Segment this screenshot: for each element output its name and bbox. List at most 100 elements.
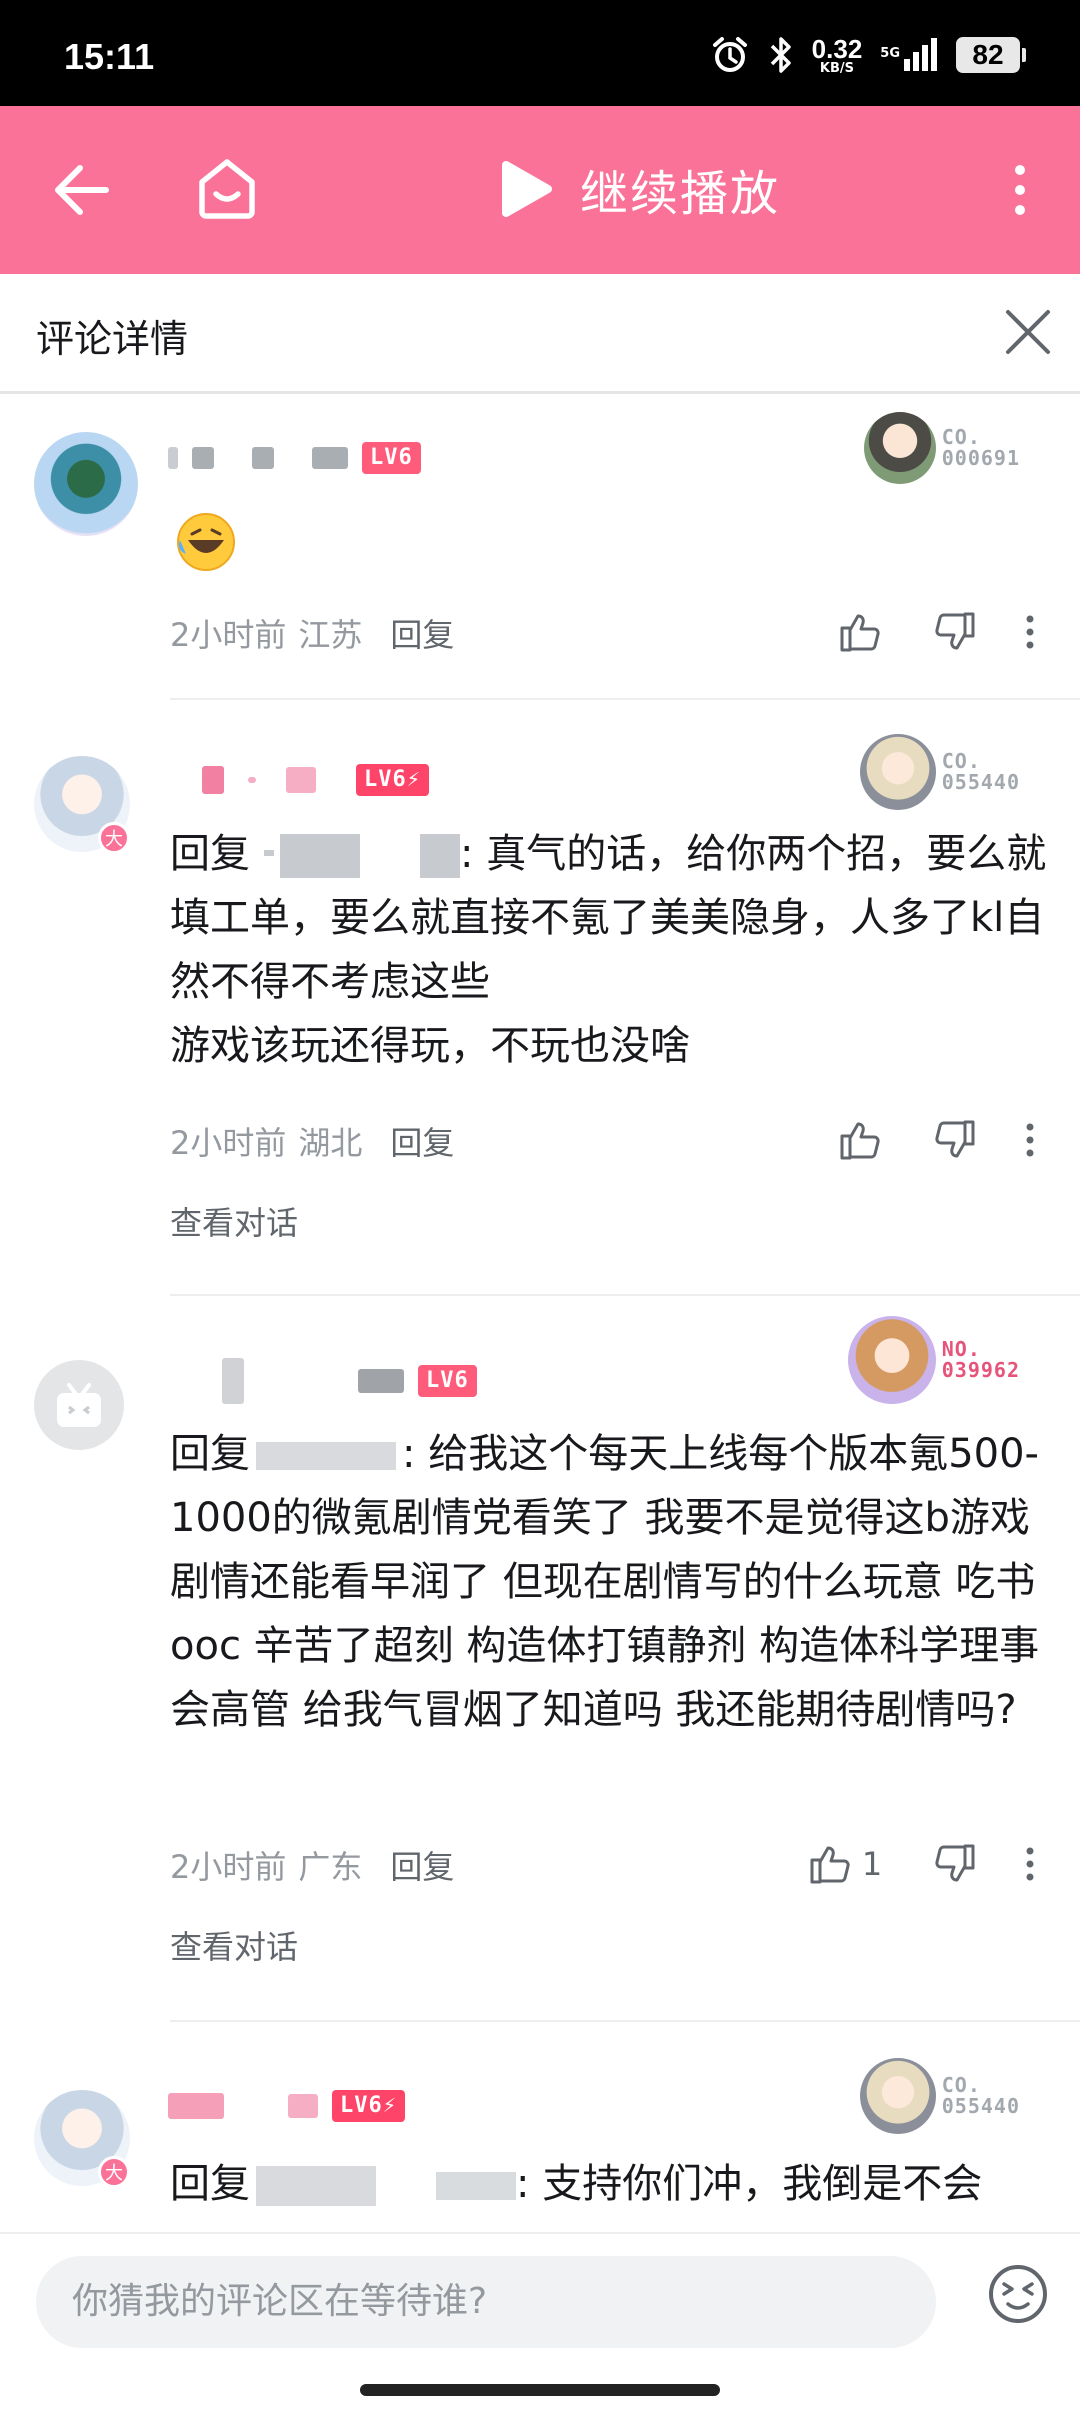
- bluetooth-icon: [770, 37, 791, 73]
- close-icon[interactable]: [998, 302, 1058, 362]
- continue-play-button[interactable]: 继续播放: [500, 154, 780, 224]
- comment-content: 回复 : 支持你们冲，我倒是不会: [170, 2152, 1050, 2216]
- thumbs-down-icon: [935, 1120, 975, 1158]
- vip-badge: 大: [98, 2156, 130, 2188]
- home-indicator[interactable]: [360, 2384, 720, 2396]
- comment-item: 大 LV6⚡ CO. 055440 回复 : 支持你们冲，我倒是不会: [0, 2022, 1080, 2232]
- thumbs-up-icon: [810, 1846, 850, 1884]
- more-vertical-icon: [1026, 1847, 1034, 1881]
- status-bar: 15:11 0.32 KB/S 5G 82: [0, 0, 1080, 106]
- reply-prefix: 回复: [170, 831, 250, 877]
- thumbs-up-icon: [840, 614, 880, 652]
- thumbs-up-icon: [840, 1122, 880, 1160]
- fan-badge-image: [847, 1316, 936, 1404]
- comment-time: 2小时前: [170, 1124, 287, 1162]
- username[interactable]: LV6⚡: [168, 2090, 405, 2122]
- net-speed-unit: KB/S: [819, 60, 855, 76]
- play-icon: [502, 161, 552, 217]
- more-vertical-icon: [1026, 1123, 1034, 1157]
- battery-indicator: 82: [956, 37, 1026, 73]
- emoji-icon[interactable]: [986, 2262, 1050, 2326]
- reply-prefix: 回复: [170, 1431, 250, 1477]
- comment-time: 2小时前: [170, 616, 287, 654]
- status-icons: 0.32 KB/S 5G 82: [710, 30, 1026, 80]
- fan-badge: CO. 055440: [859, 734, 1020, 810]
- dislike-button[interactable]: [910, 602, 1000, 662]
- net-speed: 0.32 KB/S: [812, 36, 863, 75]
- header-bar: 继续播放: [0, 106, 1080, 274]
- comment-actions: 1: [780, 1834, 1060, 1894]
- fan-badge: CO. 055440: [859, 2058, 1020, 2134]
- continue-play-label: 继续播放: [580, 166, 781, 222]
- level-badge: LV6⚡: [356, 764, 429, 796]
- reply-button[interactable]: 回复: [390, 610, 454, 656]
- dislike-button[interactable]: [910, 1834, 1000, 1894]
- comment-meta: 2小时前 广东 回复: [170, 1842, 454, 1888]
- thumbs-down-icon: [935, 1844, 975, 1882]
- fan-number: CO. 055440: [941, 749, 1020, 794]
- fan-number: CO. 000691: [941, 425, 1020, 470]
- fan-number: NO. 039962: [941, 1337, 1020, 1382]
- more-vertical-icon[interactable]: [1008, 162, 1032, 218]
- fan-badge: CO. 000691: [863, 412, 1020, 484]
- reply-prefix: 回复: [170, 2161, 250, 2207]
- panel-title: 评论详情: [36, 317, 189, 361]
- comment-text: : 支持你们冲，我倒是不会: [516, 2161, 983, 2207]
- comment-text-line2: 游戏该玩还得玩，不玩也没啥: [170, 1023, 690, 1069]
- comment-meta: 2小时前 湖北 回复: [170, 1118, 454, 1164]
- comment-actions: [810, 602, 1060, 662]
- more-vertical-icon: [1026, 615, 1034, 649]
- view-conversation-link[interactable]: 查看对话: [170, 1198, 298, 1244]
- avatar[interactable]: [34, 432, 138, 536]
- more-options-button[interactable]: [1000, 1834, 1060, 1894]
- level-badge: LV6: [362, 442, 421, 474]
- comment-item: LV6 CO. 000691 2小时前 江苏 回复: [0, 394, 1080, 700]
- comment-composer: 你猜我的评论区在等待谁?: [0, 2232, 1080, 2412]
- username[interactable]: LV6⚡: [168, 764, 429, 796]
- reply-button[interactable]: 回复: [390, 1842, 454, 1888]
- dislike-button[interactable]: [910, 1110, 1000, 1170]
- comment-meta: 2小时前 江苏 回复: [170, 610, 454, 656]
- comment-location: 广东: [298, 1848, 363, 1886]
- fan-badge-image: [863, 412, 936, 484]
- back-arrow-icon[interactable]: [52, 162, 112, 218]
- laughing-emoji: [177, 513, 235, 571]
- username[interactable]: LV6: [168, 442, 421, 474]
- status-time: 15:11: [64, 36, 155, 77]
- like-count: 1: [861, 1845, 883, 1883]
- fan-badge: NO. 039962: [847, 1316, 1020, 1404]
- comment-item: LV6 NO. 039962 回复: 给我这个每天上线每个版本氪500-1000…: [0, 1296, 1080, 2022]
- comment-text: : 给我这个每天上线每个版本氪500-1000的微氪剧情党看笑了 我要不是觉得这…: [170, 1431, 1040, 1733]
- home-icon[interactable]: [196, 156, 258, 220]
- comment-detail-title-bar: 评论详情: [0, 274, 1080, 394]
- thumbs-down-icon: [935, 612, 975, 650]
- comment-item: 大 LV6⚡ CO. 055440 回复: 真气的话，给你两个招，要么就填工单，…: [0, 700, 1080, 1296]
- default-avatar-icon: [57, 1383, 101, 1427]
- fan-badge-image: [859, 734, 936, 810]
- comment-content: 回复: 给我这个每天上线每个版本氪500-1000的微氪剧情党看笑了 我要不是觉…: [170, 1422, 1050, 1742]
- comment-content: 回复: 真气的话，给你两个招，要么就填工单，要么就直接不氪了美美隐身，人多了kl…: [170, 822, 1050, 1078]
- avatar[interactable]: [34, 1360, 124, 1450]
- level-badge: LV6⚡: [332, 2090, 405, 2122]
- net-speed-value: 0.32: [811, 33, 863, 64]
- comment-input[interactable]: 你猜我的评论区在等待谁?: [36, 2256, 936, 2348]
- reply-button[interactable]: 回复: [390, 1118, 454, 1164]
- more-options-button[interactable]: [1000, 1110, 1060, 1170]
- like-button[interactable]: [810, 1110, 910, 1170]
- fan-badge-image: [859, 2058, 936, 2134]
- comment-location: 江苏: [298, 616, 363, 654]
- comment-actions: [810, 1110, 1060, 1170]
- like-button[interactable]: [810, 602, 910, 662]
- net-type: 5G: [880, 46, 900, 61]
- comment-time: 2小时前: [170, 1848, 287, 1886]
- like-button[interactable]: 1: [780, 1834, 910, 1894]
- more-options-button[interactable]: [1000, 602, 1060, 662]
- alarm-icon: [712, 37, 747, 72]
- comment-location: 湖北: [298, 1124, 363, 1162]
- signal-icon: [904, 38, 937, 71]
- fan-number: CO. 055440: [941, 2073, 1020, 2118]
- view-conversation-link[interactable]: 查看对话: [170, 1922, 298, 1968]
- vip-badge: 大: [98, 822, 130, 854]
- level-badge: LV6: [418, 1365, 477, 1397]
- username[interactable]: LV6: [168, 1358, 477, 1404]
